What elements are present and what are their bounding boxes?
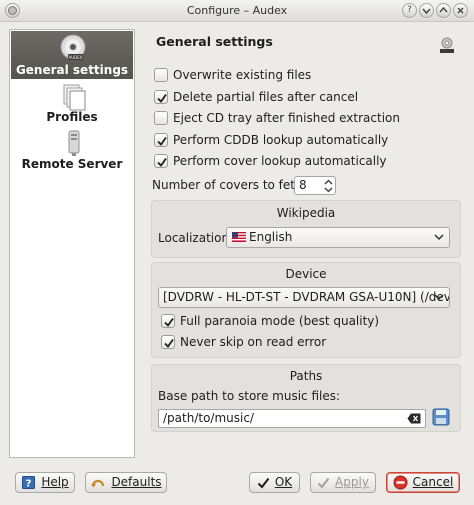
checkmark-icon [257, 477, 270, 489]
cancel-icon [393, 475, 408, 490]
checkbox[interactable] [161, 335, 175, 349]
wikipedia-group: Wikipedia Localization: English [151, 200, 461, 258]
browse-folder-button[interactable] [432, 408, 452, 428]
server-icon [68, 130, 80, 156]
option-label: Perform CDDB lookup automatically [173, 133, 389, 147]
clear-text-icon[interactable] [407, 413, 421, 424]
ok-button[interactable]: OK [249, 472, 300, 493]
chevron-down-icon [434, 294, 444, 301]
save-folder-icon [432, 408, 450, 426]
us-flag-icon [232, 232, 246, 242]
apply-button[interactable]: Apply [310, 472, 376, 493]
option-label: Never skip on read error [180, 335, 327, 349]
checkbox[interactable] [154, 133, 168, 147]
chevron-down-icon [434, 234, 444, 241]
cover-lookup-checkbox[interactable]: Perform cover lookup automatically [154, 152, 387, 170]
checkmark-icon [164, 338, 174, 348]
localization-label: Localization: [158, 231, 234, 245]
device-group: Device [DVDRW - HL-DT-ST - DVDRAM GSA-U1… [151, 262, 461, 358]
sidebar-item-label: General settings [15, 63, 129, 77]
option-label: Perform cover lookup automatically [173, 154, 387, 168]
covers-spinbox[interactable]: 8 [294, 176, 336, 195]
full-paranoia-checkbox[interactable]: Full paranoia mode (best quality) [161, 312, 379, 330]
help-titlebar-button[interactable]: ? [402, 3, 417, 18]
svg-text:AUDEX: AUDEX [68, 55, 82, 60]
close-button[interactable] [453, 3, 468, 18]
device-value: [DVDRW - HL-DT-ST - DVDRAM GSA-U10N] (/d… [163, 290, 450, 304]
base-path-value: /path/to/music/ [163, 411, 254, 425]
base-path-input[interactable]: /path/to/music/ [158, 409, 426, 428]
eject-cd-checkbox[interactable]: Eject CD tray after finished extraction [154, 109, 400, 127]
covers-label: Number of covers to fetch: [152, 178, 314, 192]
defaults-label: Defaults [111, 475, 162, 489]
checkmark-icon [164, 317, 174, 327]
cancel-button[interactable]: Cancel [386, 472, 460, 493]
ok-label: OK [274, 475, 293, 489]
defaults-button[interactable]: Defaults [85, 472, 167, 493]
never-skip-checkbox[interactable]: Never skip on read error [161, 333, 326, 351]
checkbox[interactable] [154, 111, 168, 125]
option-label: Delete partial files after cancel [173, 90, 359, 104]
page-title: General settings [156, 34, 273, 49]
overwrite-files-checkbox[interactable]: Overwrite existing files [154, 66, 311, 84]
option-label: Overwrite existing files [173, 68, 312, 82]
group-title: Device [285, 267, 327, 281]
checkbox[interactable] [154, 154, 168, 168]
sidebar-item-remote-server[interactable]: Remote Server [11, 127, 133, 173]
sidebar-item-label: Remote Server [21, 157, 123, 171]
sidebar-item-general-settings[interactable]: AUDEX General settings [11, 31, 133, 79]
maximize-button[interactable] [436, 3, 451, 18]
device-combobox[interactable]: [DVDRW - HL-DT-ST - DVDRAM GSA-U10N] (/d… [158, 287, 450, 308]
group-title: Paths [289, 369, 323, 383]
covers-value: 8 [299, 178, 307, 192]
checkbox[interactable] [154, 90, 168, 104]
help-button[interactable]: ? Help [15, 472, 75, 493]
sidebar-item-label: Profiles [46, 110, 98, 124]
checkmark-icon [157, 136, 167, 146]
svg-text:?: ? [26, 479, 32, 490]
cancel-label: Cancel [412, 475, 454, 489]
restore-defaults-icon [91, 479, 105, 487]
help-label: Help [41, 475, 69, 489]
apply-label: Apply [335, 475, 369, 489]
checkbox[interactable] [161, 314, 175, 328]
checkbox[interactable] [154, 68, 168, 82]
localization-combobox[interactable]: English [226, 227, 450, 248]
delete-partial-files-checkbox[interactable]: Delete partial files after cancel [154, 88, 358, 106]
cd-audex-icon: AUDEX [60, 34, 86, 60]
option-label: Eject CD tray after finished extraction [173, 111, 400, 125]
cddb-lookup-checkbox[interactable]: Perform CDDB lookup automatically [154, 131, 388, 149]
page-list-sidebar: AUDEX General settings Profiles Remote S… [9, 29, 135, 458]
documents-icon [63, 84, 86, 111]
audex-settings-icon [440, 37, 454, 53]
checkmark-icon [157, 93, 167, 103]
help-book-icon: ? [22, 476, 36, 490]
checkmark-icon [317, 477, 330, 489]
sidebar-item-profiles[interactable]: Profiles [11, 80, 133, 126]
minimize-button[interactable] [419, 3, 434, 18]
base-path-label: Base path to store music files: [158, 389, 341, 403]
option-label: Full paranoia mode (best quality) [180, 314, 380, 328]
localization-value: English [249, 230, 293, 244]
checkmark-icon [157, 157, 167, 167]
title-bar[interactable]: Configure – Audex ? [0, 0, 474, 22]
group-title: Wikipedia [276, 206, 336, 220]
paths-group: Paths Base path to store music files: /p… [151, 364, 461, 432]
spin-arrows-icon[interactable] [324, 179, 333, 193]
